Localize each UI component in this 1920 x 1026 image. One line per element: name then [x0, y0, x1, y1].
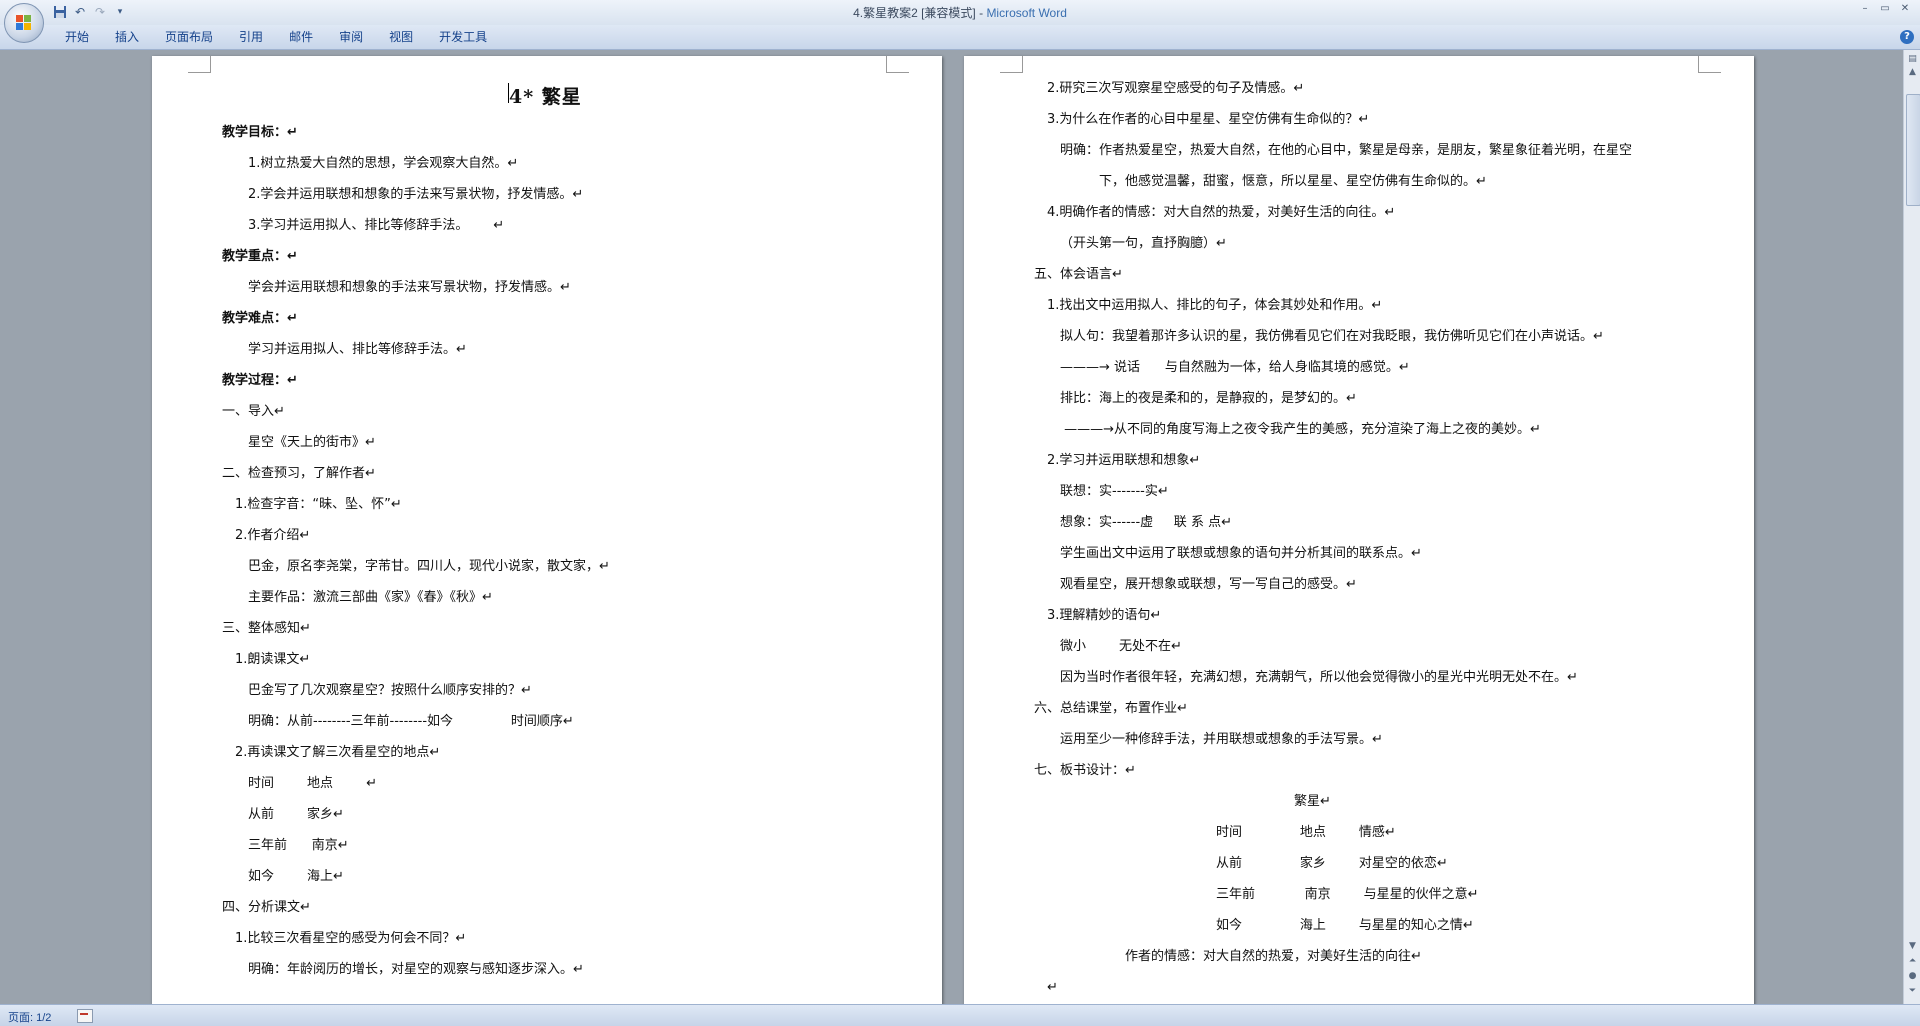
help-icon[interactable]: ? — [1900, 30, 1914, 44]
paragraph-line: 如今 海上 与星星的知心之情↵ — [1216, 918, 1474, 933]
document-name: 4.繁星教案2 [兼容模式] - — [853, 6, 987, 20]
minimize-button[interactable]: – — [1856, 2, 1874, 16]
vertical-scrollbar[interactable]: ▤ ▲ ▼ ⏶ ● ⏷ — [1903, 50, 1920, 1004]
ribbon-tab[interactable]: 邮件 — [276, 25, 326, 49]
paragraph-line: 3.为什么在作者的心目中星星、星空仿佛有生命似的？↵ — [1047, 112, 1370, 127]
paragraph-line: 4.明确作者的情感：对大自然的热爱，对美好生活的向往。↵ — [1047, 205, 1396, 220]
paragraph-line: 从前 家乡↵ — [248, 807, 344, 822]
paragraph-line: 巴金写了几次观察星空？按照什么顺序安排的？↵ — [248, 683, 532, 698]
document-title: 4* 繁星 — [509, 86, 582, 108]
margin-mark — [1000, 56, 1023, 73]
paragraph-line: 教学过程：↵ — [222, 373, 298, 388]
document-page-2[interactable]: 2.研究三次写观察星空感受的句子及情感。↵ 3.为什么在作者的心目中星星、星空仿佛… — [964, 56, 1754, 1004]
margin-mark — [886, 56, 909, 73]
paragraph-line: 想象：实------虚 联 系 点↵ — [1060, 515, 1232, 530]
paragraph-line: 1.树立热爱大自然的思想，学会观察大自然。↵ — [248, 156, 519, 171]
paragraph-line: 三、整体感知↵ — [222, 621, 311, 636]
paragraph-line: 如今 海上↵ — [248, 869, 344, 884]
paragraph-line: 教学难点：↵ — [222, 311, 298, 326]
paragraph-line: 二、检查预习，了解作者↵ — [222, 466, 376, 481]
paragraph-line: 时间 地点 ↵ — [248, 776, 378, 791]
paragraph-line: ———→ 说话 与自然融为一体，给人身临其境的感觉。↵ — [1060, 360, 1410, 375]
paragraph-line: 1.找出文中运用拟人、排比的句子，体会其妙处和作用。↵ — [1047, 298, 1383, 313]
paragraph-line: 2.学会并运用联想和想象的手法来写景状物，抒发情感。↵ — [248, 187, 584, 202]
document-page-1[interactable]: 4* 繁星 教学目标：↵ 1.树立热爱大自然的思想，学会观察大自然。↵ 2.学会并运… — [152, 56, 942, 1004]
paragraph-line: 微小 无处不在↵ — [1060, 639, 1182, 654]
status-bar: 页面: 1/2 — [0, 1004, 1920, 1026]
paragraph-line: 星空《天上的街市》↵ — [248, 435, 376, 450]
paragraph-line: 五、体会语言↵ — [1034, 267, 1123, 282]
window-controls: – ▭ ✕ — [1856, 2, 1914, 16]
paragraph-line: 2.再读课文了解三次看星空的地点↵ — [235, 745, 441, 760]
office-button[interactable] — [4, 3, 44, 43]
paragraph-line: 3.学习并运用拟人、排比等修辞手法。 ↵ — [248, 218, 505, 233]
paragraph-line: 从前 家乡 对星空的依恋↵ — [1216, 856, 1448, 871]
margin-mark — [1698, 56, 1721, 73]
proofing-status-icon[interactable] — [77, 1009, 93, 1023]
ribbon-tab[interactable]: 插入 — [102, 25, 152, 49]
title-bar: ↶ ↷ ▾ 4.繁星教案2 [兼容模式] - Microsoft Word – … — [0, 0, 1920, 25]
close-button[interactable]: ✕ — [1896, 2, 1914, 16]
paragraph-line: 七、板书设计：↵ — [1034, 763, 1136, 778]
paragraph-line: 1.朗读课文↵ — [235, 652, 311, 667]
paragraph-line: ↵ — [1047, 980, 1058, 995]
paragraph-line: 运用至少一种修辞手法，并用联想或想象的手法写景。↵ — [1060, 732, 1383, 747]
ribbon: 开始 插入 页面布局 引用 邮件 审阅 视图 开发工具 ? — [0, 25, 1920, 50]
paragraph-line: 主要作品：激流三部曲《家》《春》《秋》↵ — [248, 590, 493, 605]
paragraph-line: 排比：海上的夜是柔和的，是静寂的，是梦幻的。↵ — [1060, 391, 1357, 406]
ribbon-tab[interactable]: 页面布局 — [152, 25, 226, 49]
ribbon-tab[interactable]: 审阅 — [326, 25, 376, 49]
paragraph-line: 一、导入↵ — [222, 404, 285, 419]
paragraph-line: 教学重点：↵ — [222, 249, 298, 264]
paragraph-line: 学习并运用拟人、排比等修辞手法。↵ — [248, 342, 467, 357]
paragraph-line: 时间 地点 情感↵ — [1216, 825, 1396, 840]
paragraph-line: ———→从不同的角度写海上之夜令我产生的美感，充分渲染了海上之夜的美妙。↵ — [1060, 422, 1541, 437]
paragraph-line: 明确：年龄阅历的增长，对星空的观察与感知逐步深入。↵ — [248, 962, 584, 977]
paragraph-line: 3.理解精妙的语句↵ — [1047, 608, 1162, 623]
paragraph-line: 明确：从前--------三年前--------如今 时间顺序↵ — [248, 714, 574, 729]
paragraph-line: （开头第一句，直抒胸臆）↵ — [1060, 236, 1227, 251]
paragraph-line: 四、分析课文↵ — [222, 900, 311, 915]
paragraph-line: 教学目标：↵ — [222, 125, 298, 140]
ribbon-tab[interactable]: 视图 — [376, 25, 426, 49]
paragraph-line: 观看星空，展开想象或联想，写一写自己的感受。↵ — [1060, 577, 1357, 592]
paragraph-line: 作者的情感：对大自然的热爱，对美好生活的向往↵ — [1125, 949, 1422, 964]
browse-object-icon[interactable]: ● — [1906, 970, 1919, 982]
paragraph-line: 学生画出文中运用了联想或想象的语句并分析其间的联系点。↵ — [1060, 546, 1422, 561]
paragraph-line: 明确：作者热爱星空，热爱大自然，在他的心目中，繁星是母亲，是朋友，繁星象征着光明… — [1060, 143, 1633, 158]
previous-page-icon[interactable]: ⏶ — [1906, 955, 1919, 967]
paragraph-line: 因为当时作者很年轻，充满幻想，充满朝气，所以他会觉得微小的星光中光明无处不在。↵ — [1060, 670, 1578, 685]
paragraph-line: 巴金，原名李尧棠，字芾甘。四川人，现代小说家，散文家，↵ — [248, 559, 610, 574]
scroll-down-icon[interactable]: ▼ — [1906, 940, 1919, 952]
office-logo-icon — [16, 15, 32, 31]
paragraph-line: 下，他感觉温馨，甜蜜，惬意，所以星星、星空仿佛有生命似的。↵ — [1099, 174, 1487, 189]
paragraph-line: 拟人句：我望着那许多认识的星，我仿佛看见它们在对我眨眼，我仿佛听见它们在小声说话… — [1060, 329, 1604, 344]
margin-mark — [188, 56, 211, 73]
paragraph-line: 学会并运用联想和想象的手法来写景状物，抒发情感。↵ — [248, 280, 571, 295]
paragraph-line: 2.作者介绍↵ — [235, 528, 311, 543]
page-count[interactable]: 页面: 1/2 — [8, 1009, 51, 1025]
window-title: 4.繁星教案2 [兼容模式] - Microsoft Word — [0, 4, 1920, 21]
next-page-icon[interactable]: ⏷ — [1906, 985, 1919, 997]
ribbon-tab[interactable]: 开始 — [52, 25, 102, 49]
paragraph-line: 三年前 南京↵ — [248, 838, 349, 853]
paragraph-line: 1.比较三次看星空的感受为何会不同？↵ — [235, 931, 467, 946]
ribbon-tabs: 开始 插入 页面布局 引用 邮件 审阅 视图 开发工具 — [52, 25, 500, 49]
ribbon-tab[interactable]: 开发工具 — [426, 25, 500, 49]
scroll-up-icon[interactable]: ▲ — [1906, 66, 1919, 78]
paragraph-line: 1.检查字音：“昧、坠、怀”↵ — [235, 497, 402, 512]
paragraph-line: 2.学习并运用联想和想象↵ — [1047, 453, 1201, 468]
ribbon-tab[interactable]: 引用 — [226, 25, 276, 49]
maximize-button[interactable]: ▭ — [1876, 2, 1894, 16]
paragraph-line: 繁星↵ — [1294, 794, 1331, 809]
paragraph-line: 联想：实-------实↵ — [1060, 484, 1169, 499]
ruler-toggle-icon[interactable]: ▤ — [1906, 53, 1919, 65]
document-area[interactable]: 4* 繁星 教学目标：↵ 1.树立热爱大自然的思想，学会观察大自然。↵ 2.学会并运… — [0, 50, 1902, 1004]
paragraph-line: 2.研究三次写观察星空感受的句子及情感。↵ — [1047, 81, 1305, 96]
paragraph-line: 三年前 南京 与星星的伙伴之意↵ — [1216, 887, 1479, 902]
app-name: Microsoft Word — [986, 6, 1067, 20]
scrollbar-thumb[interactable] — [1906, 94, 1920, 206]
paragraph-line: 六、总结课堂，布置作业↵ — [1034, 701, 1188, 716]
